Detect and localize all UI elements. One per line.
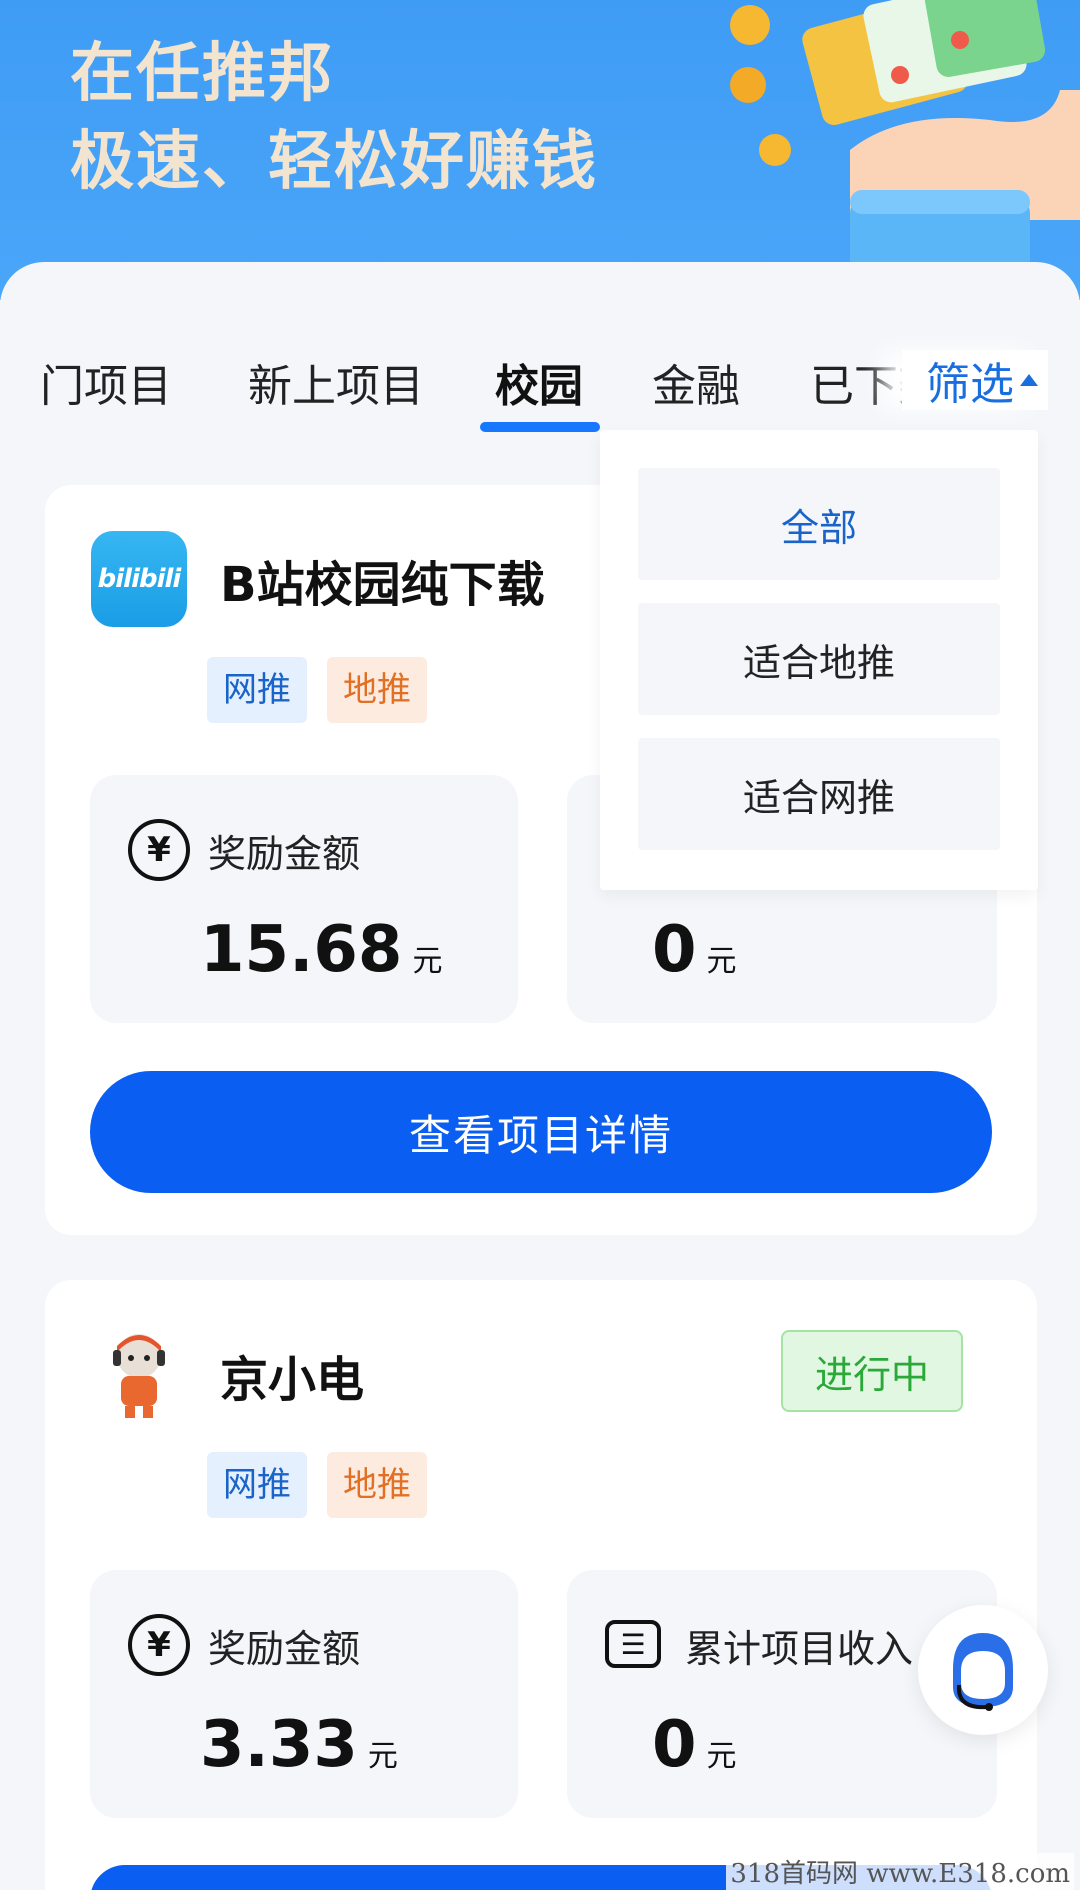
income-number: 0 <box>652 1708 697 1782</box>
currency-unit: 元 <box>706 1739 737 1774</box>
banner-title: 在任推邦 <box>70 37 334 111</box>
yen-icon: ¥ <box>128 819 190 881</box>
tag-online-promotion: 网推 <box>207 657 307 723</box>
filter-option-offline[interactable]: 适合地推 <box>638 603 1000 715</box>
customer-service-icon <box>953 1633 1013 1711</box>
reward-number: 3.33 <box>200 1708 358 1782</box>
view-details-button[interactable]: 查看项目详情 <box>90 1071 992 1193</box>
status-badge: 进行中 <box>781 1330 963 1412</box>
filter-label: 筛选 <box>926 359 1014 410</box>
watermark: 318首码网 www.E318.com <box>726 1853 1074 1890</box>
hand-cards-illustration <box>730 0 1080 290</box>
bilibili-logo-text: bilibili <box>97 564 182 594</box>
income-value: 0元 <box>652 913 737 987</box>
customer-service-button[interactable] <box>918 1605 1048 1735</box>
project-title: B站校园纯下载 <box>220 557 545 613</box>
currency-unit: 元 <box>367 1739 398 1774</box>
yen-icon: ¥ <box>128 1614 190 1676</box>
currency-unit: 元 <box>706 944 737 979</box>
active-tab-indicator <box>480 422 600 432</box>
income-label: 累计项目收入 <box>685 1627 914 1671</box>
currency-unit: 元 <box>412 944 443 979</box>
tab-new[interactable]: 新上项目 <box>248 350 424 414</box>
reward-label: 奖励金额 <box>208 832 361 876</box>
tab-finance[interactable]: 金融 <box>652 350 740 414</box>
reward-label: 奖励金额 <box>208 1627 361 1671</box>
tab-popular[interactable]: 门项目 <box>40 350 172 414</box>
filter-button[interactable]: 筛选 <box>902 350 1048 410</box>
income-value: 0元 <box>652 1708 737 1782</box>
reward-number: 15.68 <box>200 913 403 987</box>
banner-subtitle: 极速、轻松好赚钱 <box>70 125 598 199</box>
tag-offline-promotion: 地推 <box>327 1452 427 1518</box>
tag-offline-promotion: 地推 <box>327 657 427 723</box>
header-banner: 在任推邦 极速、轻松好赚钱 <box>0 0 1080 300</box>
jd-mascot-icon <box>113 1334 165 1418</box>
project-title: 京小电 <box>220 1352 365 1408</box>
reward-value: 3.33 元 <box>200 1708 398 1782</box>
tag-online-promotion: 网推 <box>207 1452 307 1518</box>
reward-amount-box: ¥ 奖励金额 3.33 元 <box>90 1570 518 1818</box>
reward-amount-box: ¥ 奖励金额 15.68 元 <box>90 775 518 1023</box>
filter-option-online[interactable]: 适合网推 <box>638 738 1000 850</box>
ticket-icon: ☰ <box>605 1620 661 1668</box>
filter-dropdown: 全部 适合地推 适合网推 <box>600 430 1038 890</box>
caret-up-icon <box>1020 374 1038 386</box>
income-number: 0 <box>652 913 697 987</box>
reward-value: 15.68 元 <box>200 913 442 987</box>
bilibili-app-icon: bilibili <box>91 531 187 627</box>
project-card: 京小电 进行中 网推 地推 ¥ 奖励金额 3.33 元 ☰ 累计项目收入 0元 <box>45 1280 1037 1890</box>
filter-option-all[interactable]: 全部 <box>638 468 1000 580</box>
tab-campus[interactable]: 校园 <box>495 350 583 414</box>
